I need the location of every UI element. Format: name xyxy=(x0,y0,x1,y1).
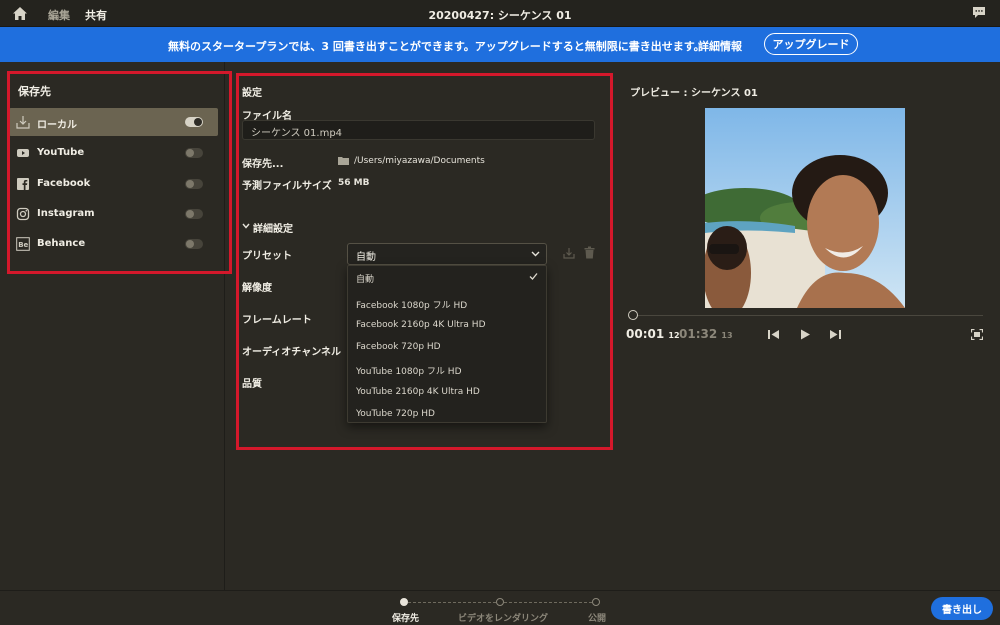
local-toggle[interactable] xyxy=(185,117,203,127)
timeline-scrubber[interactable] xyxy=(633,315,983,316)
destination-panel: 保存先 ローカル YouTube Facebook Instagram Be B… xyxy=(0,62,225,590)
step-label-publish: 公開 xyxy=(588,614,607,624)
total-frames: 13 xyxy=(721,331,733,340)
total-time: 01:32 xyxy=(679,327,718,341)
youtube-toggle[interactable] xyxy=(185,148,203,158)
destination-behance[interactable]: Be Behance xyxy=(9,230,218,258)
preset-dropdown-menu: 自動 Facebook 1080p フル HD Facebook 2160p 4… xyxy=(347,265,547,423)
preview-title: プレビュー : シーケンス 01 xyxy=(630,88,758,99)
bottom-bar: 保存先 ビデオをレンダリング 公開 書き出し xyxy=(0,590,1000,625)
preset-option-auto[interactable]: 自動 xyxy=(356,272,540,285)
preset-option[interactable]: YouTube 2160p 4K Ultra HD xyxy=(356,387,480,397)
preset-select[interactable]: 自動 xyxy=(347,243,547,265)
details-link[interactable]: 詳細情報 xyxy=(698,38,742,54)
resolution-label: 解像度 xyxy=(242,283,272,294)
save-to-label[interactable]: 保存先... xyxy=(242,155,283,170)
facebook-icon xyxy=(17,178,29,190)
option-label: 自動 xyxy=(356,275,375,285)
step-dot-publish xyxy=(592,598,600,606)
preset-option[interactable]: Facebook 2160p 4K Ultra HD xyxy=(356,320,486,330)
quality-label: 品質 xyxy=(242,379,262,390)
svg-text:Be: Be xyxy=(18,241,28,249)
destination-label: Instagram xyxy=(37,208,95,219)
chevron-down-icon xyxy=(531,251,540,257)
checkmark-icon xyxy=(529,273,538,280)
destination-facebook[interactable]: Facebook xyxy=(9,170,218,198)
filename-input[interactable]: シーケンス 01.mp4 xyxy=(242,120,595,140)
est-size-label: 予測ファイルサイズ xyxy=(242,181,332,192)
total-timecode: 01:32 13 xyxy=(679,327,733,341)
behance-icon: Be xyxy=(16,237,30,251)
preview-video-frame xyxy=(705,108,905,308)
youtube-icon xyxy=(17,149,29,157)
framerate-label: フレームレート xyxy=(242,315,312,326)
step-connector xyxy=(408,602,496,603)
window-title: 20200427: シーケンス 01 xyxy=(428,9,572,22)
step-label-render: ビデオをレンダリング xyxy=(458,614,549,624)
audio-channel-label: オーディオチャンネル xyxy=(242,347,341,358)
current-frames: 12 xyxy=(668,331,680,340)
feedback-chat-icon[interactable] xyxy=(972,6,986,19)
download-icon xyxy=(16,116,30,129)
instagram-toggle[interactable] xyxy=(185,209,203,219)
destination-title: 保存先 xyxy=(18,85,51,98)
fullscreen-icon[interactable] xyxy=(971,329,983,340)
save-path: /Users/miyazawa/Documents xyxy=(354,156,485,166)
step-back-icon[interactable] xyxy=(768,329,780,340)
preset-label: プリセット xyxy=(242,251,292,262)
trash-icon[interactable] xyxy=(584,246,595,259)
step-connector xyxy=(504,602,592,603)
top-bar: 編集 共有 20200427: シーケンス 01 xyxy=(0,0,1000,29)
save-preset-icon[interactable] xyxy=(563,247,575,259)
instagram-icon xyxy=(16,207,30,221)
export-button[interactable]: 書き出し xyxy=(931,597,993,620)
step-dot-render xyxy=(496,598,504,606)
advanced-settings-toggle[interactable]: 詳細設定 xyxy=(253,220,293,235)
destination-youtube[interactable]: YouTube xyxy=(9,139,218,167)
destination-label: ローカル xyxy=(37,120,77,131)
folder-icon[interactable] xyxy=(338,156,349,165)
playhead-handle[interactable] xyxy=(628,310,638,320)
destination-local[interactable]: ローカル xyxy=(9,108,218,136)
settings-title: 設定 xyxy=(242,88,262,99)
facebook-toggle[interactable] xyxy=(185,179,203,189)
upgrade-button[interactable]: アップグレード xyxy=(764,33,858,55)
play-icon[interactable] xyxy=(799,329,811,340)
behance-toggle[interactable] xyxy=(185,239,203,249)
est-size-value: 56 MB xyxy=(338,178,370,188)
preset-option[interactable]: Facebook 1080p フル HD xyxy=(356,298,467,311)
upgrade-banner: 無料のスタータープランでは、3 回書き出すことができます。アップグレードすると無… xyxy=(0,27,1000,62)
current-timecode: 00:01 12 xyxy=(626,327,680,341)
preset-option[interactable]: Facebook 720p HD xyxy=(356,342,441,352)
chevron-down-icon[interactable] xyxy=(242,222,250,230)
current-time: 00:01 xyxy=(626,327,665,341)
banner-message: 無料のスタータープランでは、3 回書き出すことができます。アップグレードすると無… xyxy=(168,40,705,53)
settings-panel: 設定 ファイル名 シーケンス 01.mp4 保存先... /Users/miya… xyxy=(225,62,620,590)
destination-instagram[interactable]: Instagram xyxy=(9,200,218,228)
destination-label: YouTube xyxy=(37,147,85,158)
step-dot-destination xyxy=(400,598,408,606)
preset-selected-value: 自動 xyxy=(356,252,376,263)
step-label-destination: 保存先 xyxy=(392,614,420,624)
preset-option[interactable]: YouTube 1080p フル HD xyxy=(356,364,462,377)
step-forward-icon[interactable] xyxy=(829,329,841,340)
destination-label: Behance xyxy=(37,238,86,249)
destination-label: Facebook xyxy=(37,178,91,189)
preset-option[interactable]: YouTube 720p HD xyxy=(356,409,435,419)
